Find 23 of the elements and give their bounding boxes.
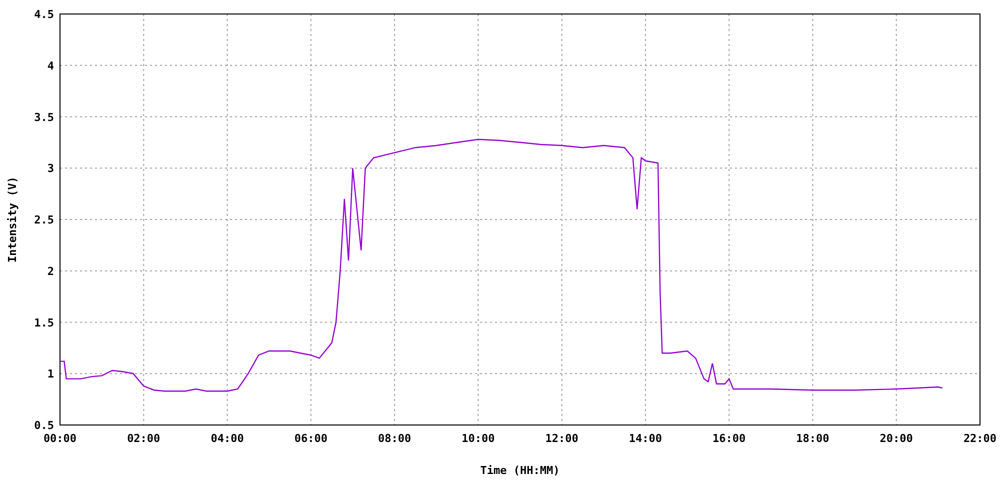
tick-label: 10:00 — [462, 432, 495, 445]
axis-title: Time (HH:MM) — [480, 464, 560, 477]
tick-label: 02:00 — [127, 432, 160, 445]
tick-label: 14:00 — [628, 432, 662, 445]
tick-label: 00:00 — [43, 432, 77, 445]
tick-label: 16:00 — [712, 432, 746, 445]
tick-label: 18:00 — [796, 432, 830, 445]
tick-label: 3.5 — [34, 110, 54, 124]
tick-label: 4.5 — [34, 8, 54, 21]
tick-label: 2.5 — [34, 214, 54, 226]
tick-label: 20:00 — [880, 432, 913, 445]
tick-label: 0.5 — [34, 419, 54, 432]
tick-label: 12:00 — [545, 432, 578, 445]
tick-label: 22:00 — [963, 432, 997, 445]
tick-label: 04:00 — [210, 432, 244, 445]
tick-label: 1 — [47, 368, 54, 381]
tick-label: 06:00 — [294, 432, 328, 445]
tick-label: 3 — [47, 162, 54, 176]
tick-label: 08:00 — [378, 432, 412, 445]
tick-label: 1.5 — [34, 316, 54, 330]
axis-title: Intensity (V) — [6, 176, 19, 263]
tick-label: 2 — [47, 264, 54, 278]
tick-label: 4 — [47, 59, 54, 72]
